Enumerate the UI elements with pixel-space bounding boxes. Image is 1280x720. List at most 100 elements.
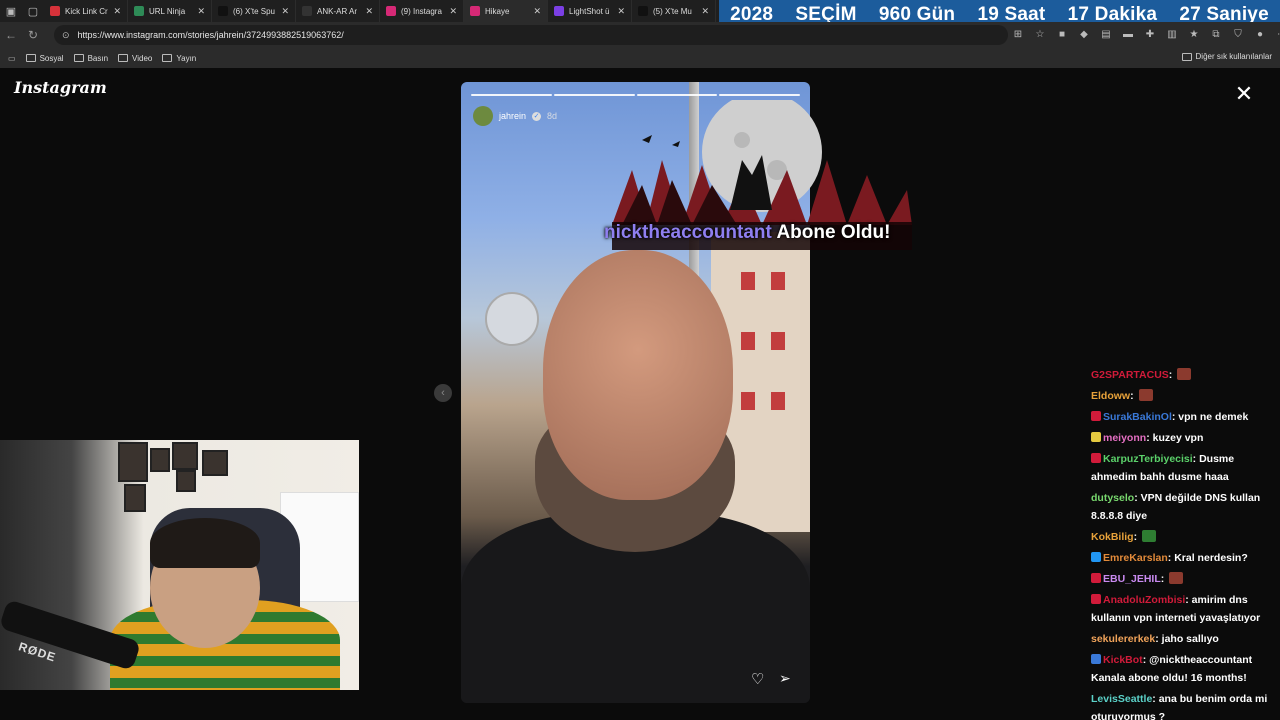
story-username[interactable]: jahrein [499, 111, 526, 121]
chat-username[interactable]: dutyselo [1091, 492, 1134, 504]
favorite-star-icon[interactable]: ☆ [1032, 26, 1048, 42]
tab-grid-icon[interactable]: ⊞ [1010, 26, 1026, 42]
chat-username[interactable]: G2SPARTACUS [1091, 369, 1169, 381]
site-info-icon[interactable]: ⊙ [62, 30, 70, 41]
browser-tab[interactable]: (9) Instagra ✕ [380, 0, 464, 22]
tab-title: URL Ninja [149, 6, 186, 16]
profile-avatar[interactable]: ● [1252, 26, 1268, 42]
chat-username[interactable]: SurakBakinOl [1103, 411, 1172, 423]
story-progress-segment [719, 94, 800, 96]
building-window [741, 392, 755, 410]
chat-badge-icon [1091, 432, 1101, 442]
chat-badge-icon [1091, 573, 1101, 583]
chat-text: kuzey vpn [1152, 432, 1204, 444]
browser-tab[interactable]: LightShot ü ✕ [548, 0, 632, 22]
browser-tab[interactable]: Hikaye ✕ [464, 0, 548, 22]
building-window [741, 272, 755, 290]
browser-tab[interactable]: (5) X'te Mu ✕ [632, 0, 716, 22]
chat-username[interactable]: AnadoluZombisi [1103, 594, 1185, 606]
bookmarks-toggle-icon[interactable]: ▭ [8, 54, 16, 63]
window-menu-icon[interactable]: ▣ [0, 0, 22, 22]
back-icon[interactable]: ← [0, 24, 22, 46]
chat-badge-icon [1091, 654, 1101, 664]
close-icon[interactable]: ✕ [1234, 83, 1254, 105]
browser-tab[interactable]: URL Ninja ✕ [128, 0, 212, 22]
tab-close-icon[interactable]: ✕ [365, 6, 373, 17]
chat-username[interactable]: LevisSeattle [1091, 693, 1152, 705]
other-bookmarks[interactable]: Diğer sık kullanılanlar [1181, 52, 1272, 61]
chat-message: LevisSeattle: ana bu benim orda mi oturu… [1091, 690, 1277, 720]
chat-username[interactable]: KickBot [1103, 654, 1143, 666]
puzzle-extensions-icon[interactable]: ✚ [1142, 26, 1158, 42]
chat-badge-icon [1091, 411, 1101, 421]
chat-username[interactable]: meiyonn [1103, 432, 1146, 444]
chat-message: EBU_JEHIL: [1091, 570, 1277, 588]
bookmark-folder-basin[interactable]: Basın [73, 53, 109, 63]
tab-close-icon[interactable]: ✕ [197, 6, 205, 17]
chat-username[interactable]: Eldoww [1091, 390, 1130, 402]
chat-message: AnadoluZombisi: amirim dns kullanın vpn … [1091, 591, 1277, 627]
browser-tab[interactable]: ANK-AR Ar ✕ [296, 0, 380, 22]
chat-username[interactable]: EBU_JEHIL [1103, 573, 1161, 585]
bookmark-folder-video[interactable]: Video [118, 54, 152, 63]
favorites-icon[interactable]: ★ [1186, 26, 1202, 42]
chat-message: EmreKarslan: Kral nerdesin? [1091, 549, 1277, 567]
tab-close-icon[interactable]: ✕ [449, 6, 457, 17]
url-text: https://www.instagram.com/stories/jahrei… [77, 30, 344, 40]
tab-list: Kick Link Cr ✕ URL Ninja ✕ (6) X'te Spu ✕ ANK-… [44, 0, 716, 22]
extension-icon[interactable]: ▤ [1098, 26, 1114, 42]
previous-story-icon[interactable]: ‹ [434, 384, 452, 402]
browser-tab[interactable]: Kick Link Cr ✕ [44, 0, 128, 22]
bookmark-folder-yayin[interactable]: Yayın [162, 54, 196, 63]
more-menu-icon[interactable]: ⋯ [1274, 26, 1280, 42]
collections-icon[interactable]: ⧉ [1208, 26, 1224, 42]
split-screen-icon[interactable]: ▥ [1164, 26, 1180, 42]
extension-icon[interactable]: ■ [1054, 26, 1070, 42]
bookmark-label: Basın [87, 53, 109, 63]
refresh-icon[interactable]: ↻ [22, 24, 44, 46]
shield-icon[interactable]: ⛉ [1230, 26, 1246, 42]
instagram-logo[interactable]: Instagram [14, 78, 107, 97]
chat-emote-icon [1138, 389, 1153, 401]
building-window [741, 332, 755, 350]
chat-username[interactable]: sekulererkek [1091, 633, 1155, 645]
tab-title: Hikaye [485, 6, 510, 16]
avatar[interactable] [473, 106, 493, 126]
share-icon[interactable]: ➢ [779, 670, 791, 687]
wall-photo [150, 448, 170, 472]
tab-title: (5) X'te Mu [653, 6, 692, 16]
chat-username[interactable]: KokBilig [1091, 531, 1134, 543]
story-age: 8d [547, 111, 558, 121]
chat-username[interactable]: KarpuzTerbiyecisi [1103, 453, 1193, 465]
address-bar[interactable]: ⊙ https://www.instagram.com/stories/jahr… [54, 25, 1008, 45]
tab-actions-icon[interactable]: ▢ [22, 0, 44, 22]
folder-icon [162, 54, 173, 62]
heart-icon[interactable]: ♡ [751, 670, 764, 688]
tab-close-icon[interactable]: ✕ [281, 6, 289, 17]
tab-favicon-icon [134, 6, 144, 16]
chat-message: sekulererkek: jaho sallıyo [1091, 630, 1277, 648]
chat-message: KickBot: @nicktheaccountant Kanala abone… [1091, 651, 1277, 687]
chat-message: KarpuzTerbiyecisi: Dusme ahmedim bahh du… [1091, 450, 1277, 486]
tab-title: LightShot ü [569, 6, 610, 16]
tab-favicon-icon [554, 6, 564, 16]
tab-favicon-icon [386, 6, 396, 16]
chat-separator: : [1168, 369, 1176, 381]
story-header[interactable]: jahrein ✓ 8d [473, 106, 557, 126]
chat-username[interactable]: EmreKarslan [1103, 552, 1168, 564]
story-face [543, 250, 733, 500]
extension-icon[interactable]: ▬ [1120, 26, 1136, 42]
bookmark-label: Sosyal [39, 53, 64, 63]
folder-icon [25, 54, 36, 62]
tab-close-icon[interactable]: ✕ [113, 6, 121, 17]
extension-icon[interactable]: ◆ [1076, 26, 1092, 42]
browser-nav-bar: ← ↻ ⊙ https://www.instagram.com/stories/… [0, 22, 1280, 48]
bookmark-folder-sosyal[interactable]: Sosyal [25, 53, 64, 63]
webcam-overlay: RØDE [0, 440, 359, 690]
tab-close-icon[interactable]: ✕ [701, 6, 709, 17]
browser-tab[interactable]: (6) X'te Spu ✕ [212, 0, 296, 22]
tab-close-icon[interactable]: ✕ [533, 6, 541, 17]
alert-username: nicktheaccountant [604, 222, 772, 243]
tab-close-icon[interactable]: ✕ [617, 6, 625, 17]
chat-message: meiyonn: kuzey vpn [1091, 429, 1277, 447]
